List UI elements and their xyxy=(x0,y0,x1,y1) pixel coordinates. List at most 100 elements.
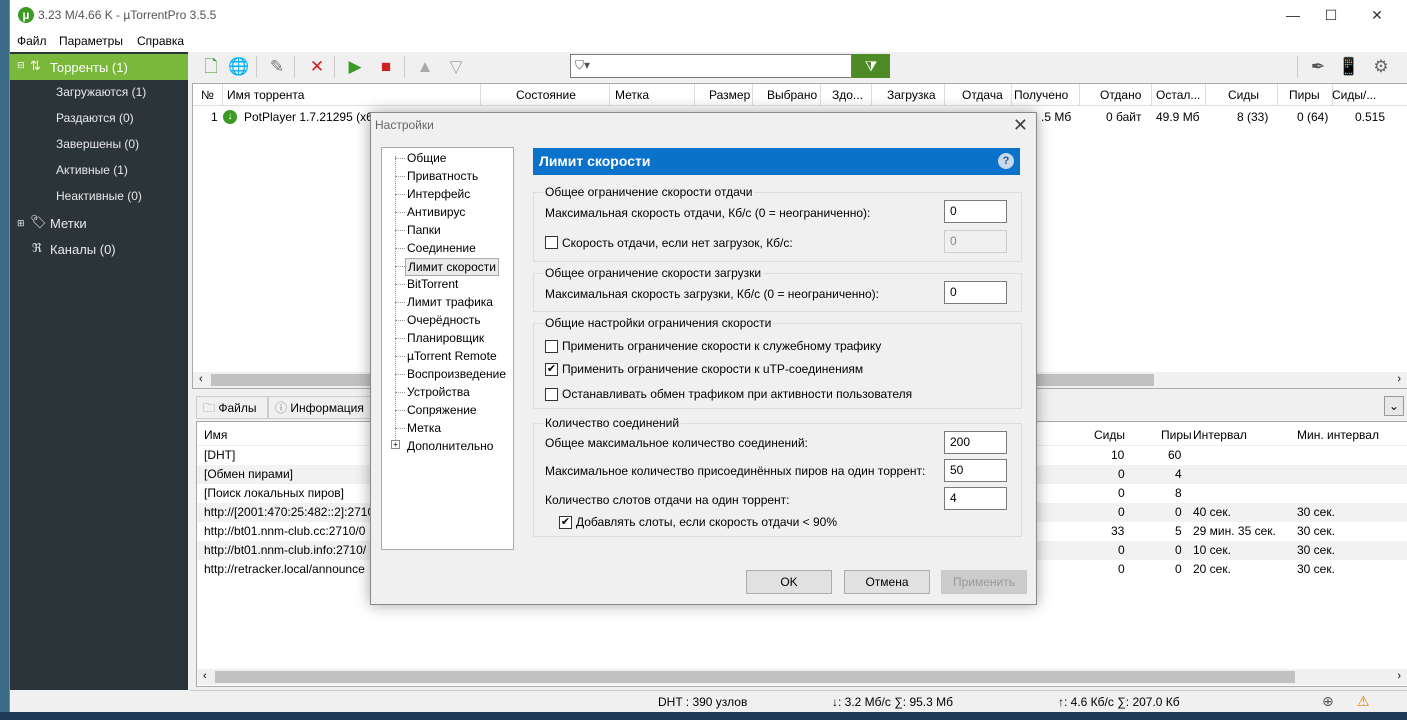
col-sent[interactable]: Отдано xyxy=(1100,84,1152,106)
pen-icon[interactable]: ✒ xyxy=(1307,56,1329,78)
remote-device-icon[interactable]: 📱 xyxy=(1338,56,1360,78)
scroll-left-icon[interactable]: ‹ xyxy=(203,670,207,682)
col-selected[interactable]: Выбрано xyxy=(767,84,821,106)
col-tracker-peers[interactable]: Пиры xyxy=(1161,424,1192,446)
remove-icon[interactable]: ✕ xyxy=(306,56,328,78)
tree-item-folders[interactable]: Папки xyxy=(407,223,441,237)
tree-branch xyxy=(395,410,405,411)
scroll-right-icon[interactable]: › xyxy=(1397,670,1401,682)
col-status[interactable]: Состояние xyxy=(516,84,610,106)
expand-icon[interactable]: ⊞ xyxy=(17,218,25,229)
sidebar-item-inactive[interactable]: Неактивные (0) xyxy=(56,189,142,203)
tree-item-general[interactable]: Общие xyxy=(407,151,446,165)
tree-item-devices[interactable]: Устройства xyxy=(407,385,470,399)
col-remaining[interactable]: Остал... xyxy=(1156,84,1206,106)
tree-item-privacy[interactable]: Приватность xyxy=(407,169,478,183)
stop-on-activity-checkbox[interactable] xyxy=(545,388,558,401)
noload-upload-input[interactable]: 0 xyxy=(944,230,1007,253)
apply-button[interactable]: Применить xyxy=(941,570,1027,594)
tree-item-label[interactable]: Метка xyxy=(407,421,441,435)
settings-gear-icon[interactable]: ⚙ xyxy=(1370,56,1392,78)
max-upload-input[interactable]: 0 xyxy=(944,200,1007,223)
stop-icon[interactable]: ■ xyxy=(375,56,397,78)
filter-icon[interactable]: ⛉▾ xyxy=(575,58,590,73)
add-torrent-icon[interactable]: 🗋 xyxy=(200,56,222,78)
scrollbar-thumb[interactable] xyxy=(215,671,1295,683)
tree-item-remote[interactable]: µTorrent Remote xyxy=(407,349,497,363)
menu-file[interactable]: Файл xyxy=(17,34,47,48)
warning-icon[interactable]: ⚠ xyxy=(1357,693,1370,710)
tree-item-queue[interactable]: Очерёдность xyxy=(407,313,481,327)
scroll-right-icon[interactable]: › xyxy=(1397,373,1401,385)
cancel-button[interactable]: Отмена xyxy=(844,570,930,594)
start-icon[interactable]: ▶ xyxy=(344,56,366,78)
col-upload[interactable]: Отдача xyxy=(962,84,1012,106)
ok-button[interactable]: OK xyxy=(746,570,832,594)
col-label[interactable]: Метка xyxy=(615,84,695,106)
tree-item-traffic-limit[interactable]: Лимит трафика xyxy=(407,295,493,309)
add-url-icon[interactable]: 🌐 xyxy=(228,56,250,78)
max-connections-input[interactable]: 200 xyxy=(944,431,1007,454)
col-size[interactable]: Размер xyxy=(709,84,753,106)
search-button[interactable]: ⧩ xyxy=(852,54,890,78)
tree-item-playback[interactable]: Воспроизведение xyxy=(407,367,506,381)
col-health[interactable]: Здо... xyxy=(832,84,872,106)
apply-overhead-checkbox[interactable] xyxy=(545,340,558,353)
tabs-menu-icon[interactable]: ⌄ xyxy=(1384,396,1404,416)
sidebar-item-active[interactable]: Активные (1) xyxy=(56,163,128,177)
col-received[interactable]: Получено xyxy=(1014,84,1080,106)
menu-options[interactable]: Параметры xyxy=(59,34,123,48)
extra-slots-checkbox[interactable]: ✔ xyxy=(559,516,572,529)
sidebar-item-torrents[interactable]: Торренты (1) xyxy=(50,60,128,75)
scroll-left-icon[interactable]: ‹ xyxy=(199,373,203,385)
max-connections-label: Общее максимальное количество соединений… xyxy=(545,436,808,450)
sidebar-item-labels[interactable]: Метки xyxy=(50,216,87,231)
tab-files[interactable]: 🗀 Файлы xyxy=(196,396,268,419)
trackers-scrollbar[interactable]: ‹ › xyxy=(197,669,1407,685)
tree-item-interface[interactable]: Интерфейс xyxy=(407,187,470,201)
tree-item-pairing[interactable]: Сопряжение xyxy=(407,403,477,417)
sidebar-item-feeds[interactable]: Каналы (0) xyxy=(50,242,116,257)
col-ratio[interactable]: Сиды/... xyxy=(1332,84,1386,106)
col-number[interactable]: № xyxy=(201,84,223,106)
max-download-input[interactable]: 0 xyxy=(944,281,1007,304)
close-button[interactable]: ✕ xyxy=(1354,0,1400,31)
move-down-icon[interactable]: ▽ xyxy=(445,56,467,78)
tree-expand-icon[interactable]: + xyxy=(391,440,400,449)
tree-item-scheduler[interactable]: Планировщик xyxy=(407,331,484,345)
upload-slots-input[interactable]: 4 xyxy=(944,487,1007,510)
col-seeds[interactable]: Сиды xyxy=(1228,84,1278,106)
tree-item-antivirus[interactable]: Антивирус xyxy=(407,205,465,219)
collapse-icon[interactable]: ⊟ xyxy=(17,60,25,71)
max-peers-input[interactable]: 50 xyxy=(944,459,1007,482)
sidebar-item-completed[interactable]: Завершены (0) xyxy=(56,137,139,151)
tree-item-bittorrent[interactable]: BitTorrent xyxy=(407,277,458,291)
move-up-icon[interactable]: ▲ xyxy=(414,56,436,78)
page-title: Лимит скорости xyxy=(539,153,651,169)
dialog-close-icon[interactable]: ✕ xyxy=(1013,115,1028,136)
col-tracker-seeds[interactable]: Сиды xyxy=(1094,424,1125,446)
col-tracker-interval[interactable]: Интервал xyxy=(1193,424,1247,446)
tree-item-advanced[interactable]: Дополнительно xyxy=(407,439,493,453)
maximize-button[interactable]: ☐ xyxy=(1308,0,1354,31)
search-input[interactable]: ⛉▾ xyxy=(570,54,852,78)
col-tracker-name[interactable]: Имя xyxy=(204,424,227,446)
help-icon[interactable]: ? xyxy=(998,153,1014,169)
col-download[interactable]: Загрузка xyxy=(887,84,945,106)
sidebar-item-seeding[interactable]: Раздаются (0) xyxy=(56,111,134,125)
sidebar-item-downloading[interactable]: Загружаются (1) xyxy=(56,85,146,99)
tree-item-speed-limit[interactable]: Лимит скорости xyxy=(405,258,499,276)
tree-item-connection[interactable]: Соединение xyxy=(407,241,476,255)
noload-upload-checkbox[interactable] xyxy=(545,236,558,249)
col-tracker-min-interval[interactable]: Мин. интервал xyxy=(1297,424,1379,446)
tracker-name: http://[2001:470:25:482::2]:2710/ xyxy=(204,505,378,519)
col-name[interactable]: Имя торрента xyxy=(227,84,481,106)
network-globe-icon[interactable]: ⊕ xyxy=(1322,693,1334,710)
col-peers[interactable]: Пиры xyxy=(1289,84,1333,106)
tab-info[interactable]: ⓘ Информация xyxy=(268,396,372,419)
create-torrent-icon[interactable]: ✎ xyxy=(266,56,288,78)
menu-help[interactable]: Справка xyxy=(137,34,184,48)
toolbar-separator xyxy=(334,56,335,78)
apply-utp-checkbox[interactable]: ✔ xyxy=(545,363,558,376)
torrent-row-received: .5 Мб xyxy=(1041,110,1072,124)
